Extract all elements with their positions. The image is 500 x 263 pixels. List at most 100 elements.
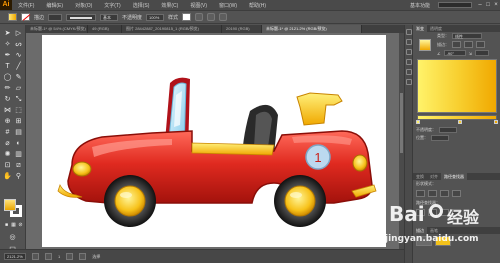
- minimize-button[interactable]: –: [476, 2, 484, 8]
- hand-tool-icon[interactable]: ✋: [3, 172, 12, 181]
- type-tool-icon[interactable]: T: [3, 62, 12, 71]
- maximize-button[interactable]: □: [484, 2, 492, 8]
- direct-selection-icon[interactable]: ▷: [14, 29, 23, 38]
- tab-transform[interactable]: 变换: [413, 173, 427, 180]
- draw-mode-icon[interactable]: ◎: [8, 233, 17, 242]
- variable-width-profile[interactable]: [66, 13, 97, 21]
- rotate-icon[interactable]: ↻: [3, 95, 12, 104]
- none-mode-icon[interactable]: ⊘: [16, 221, 25, 230]
- layers-panel-icon[interactable]: [406, 69, 412, 75]
- graph-tool-icon[interactable]: ▥: [14, 150, 23, 159]
- tab-document-1[interactable]: 未标题-1* @ 54% (CMYK/预览): [26, 25, 88, 33]
- fill-color-box[interactable]: [4, 199, 16, 211]
- artboard[interactable]: 1: [42, 35, 386, 247]
- brushes-panel-icon[interactable]: [406, 49, 412, 55]
- slice-tool-icon[interactable]: ⧄: [14, 161, 23, 170]
- symbols-panel-icon[interactable]: [406, 59, 412, 65]
- tab-document-4[interactable]: 20190 (RGB): [222, 25, 262, 33]
- perspective-icon[interactable]: ⊞: [14, 117, 23, 126]
- menu-effect[interactable]: 效果(C): [155, 2, 184, 9]
- stop-opacity-field[interactable]: [439, 127, 457, 133]
- tab-align[interactable]: 对齐: [427, 173, 441, 180]
- opacity-field[interactable]: 100%: [146, 13, 165, 21]
- menu-edit[interactable]: 编辑(E): [40, 2, 69, 9]
- fill-stroke-indicator[interactable]: [4, 199, 22, 217]
- toy-car-artwork[interactable]: 1: [42, 35, 386, 247]
- stroke-along-button[interactable]: [464, 41, 473, 48]
- prev-artboard-button[interactable]: [45, 253, 52, 260]
- menu-file[interactable]: 文件(F): [12, 2, 40, 9]
- tab-document-2[interactable]: 49 (RGB): [88, 25, 122, 33]
- shape-builder-icon[interactable]: ⊕: [3, 117, 12, 126]
- magic-wand-icon[interactable]: ✧: [3, 40, 12, 49]
- transform-icon[interactable]: [207, 13, 216, 21]
- intersect-button[interactable]: [440, 190, 449, 197]
- tab-gradient[interactable]: 渐变: [413, 25, 427, 32]
- menu-window[interactable]: 窗口(W): [213, 2, 243, 9]
- gradient-thumbnail[interactable]: [419, 38, 431, 51]
- tab-document-3[interactable]: 图片 28442887_20190815_1 (RGB/预览): [122, 25, 222, 33]
- color-panel-icon[interactable]: [406, 29, 412, 35]
- width-tool-icon[interactable]: ⋈: [3, 106, 12, 115]
- ellipse-tool-icon[interactable]: ◯: [3, 73, 12, 82]
- selection-tool-icon[interactable]: ➤: [3, 29, 12, 38]
- tab-document-active[interactable]: 未标题-1* @ 2121.2% (RGB/预览): [262, 25, 362, 33]
- gradient-tool-icon[interactable]: ▤: [14, 128, 23, 137]
- tab-transparency[interactable]: 透明度: [427, 25, 445, 32]
- search-input[interactable]: [438, 2, 472, 8]
- close-button[interactable]: ×: [492, 2, 500, 8]
- menu-help[interactable]: 帮助(H): [243, 2, 272, 9]
- zoom-level-field[interactable]: 2121.2%: [4, 253, 26, 260]
- gradient-stop-mid[interactable]: [458, 120, 462, 124]
- gradient-stop-end[interactable]: [494, 120, 498, 124]
- artboard-tool-icon[interactable]: ⊡: [3, 161, 12, 170]
- paintbrush-icon[interactable]: ✎: [14, 73, 23, 82]
- minus-front-button[interactable]: [428, 190, 437, 197]
- scrollbar-thumb[interactable]: [400, 93, 403, 153]
- gradient-slider[interactable]: [416, 115, 498, 124]
- mesh-tool-icon[interactable]: #: [3, 128, 12, 137]
- tab-pathfinder[interactable]: 路径查找器: [441, 173, 467, 180]
- angle-field[interactable]: -90°: [443, 50, 466, 56]
- last-artboard-button[interactable]: [79, 253, 87, 260]
- stroke-across-button[interactable]: [476, 41, 485, 48]
- gradient-stop-start[interactable]: [416, 120, 420, 124]
- gradient-type-select[interactable]: 线性: [452, 33, 482, 39]
- scale-icon[interactable]: ⤡: [14, 95, 23, 104]
- exclude-button[interactable]: [452, 190, 461, 197]
- free-transform-icon[interactable]: ⬚: [14, 106, 23, 115]
- first-artboard-button[interactable]: [32, 253, 39, 260]
- lasso-icon[interactable]: ᔕ: [14, 40, 23, 49]
- blend-tool-icon[interactable]: ◐: [14, 139, 23, 148]
- workspace-switcher[interactable]: 基本功能: [406, 2, 434, 9]
- pencil-icon[interactable]: ✏: [3, 84, 12, 93]
- brush-definition-dropdown[interactable]: 基本: [100, 13, 119, 21]
- menu-object[interactable]: 对象(O): [69, 2, 98, 9]
- eraser-icon[interactable]: ▱: [14, 84, 23, 93]
- swatches-panel-icon[interactable]: [406, 39, 412, 45]
- appearance-panel-icon[interactable]: [406, 79, 412, 85]
- symbol-sprayer-icon[interactable]: ✺: [3, 150, 12, 159]
- stroke-swatch[interactable]: [21, 13, 30, 21]
- aspect-ratio-field[interactable]: [474, 50, 489, 56]
- isolate-icon[interactable]: [219, 13, 228, 21]
- menu-select[interactable]: 选择(S): [127, 2, 156, 9]
- next-artboard-button[interactable]: [66, 253, 74, 260]
- pen-tool-icon[interactable]: ✒: [3, 51, 12, 60]
- line-tool-icon[interactable]: ╱: [14, 62, 23, 71]
- menu-view[interactable]: 视图(V): [184, 2, 213, 9]
- zoom-tool-icon[interactable]: ⚲: [14, 172, 23, 181]
- unite-button[interactable]: [416, 190, 425, 197]
- curvature-icon[interactable]: ∿: [14, 51, 23, 60]
- graphic-style-swatch[interactable]: [182, 13, 192, 21]
- stroke-weight-dropdown[interactable]: [48, 13, 63, 21]
- align-icon[interactable]: [195, 13, 204, 21]
- gradient-preview-area[interactable]: [417, 59, 497, 113]
- canvas-area[interactable]: 1: [26, 33, 404, 249]
- stroke-within-button[interactable]: [452, 41, 461, 48]
- fill-swatch[interactable]: [8, 13, 17, 21]
- menu-type[interactable]: 文字(T): [98, 2, 126, 9]
- artboard-number[interactable]: 1: [58, 254, 60, 259]
- stop-position-field[interactable]: [431, 135, 449, 141]
- eyedropper-icon[interactable]: ⌀: [3, 139, 12, 148]
